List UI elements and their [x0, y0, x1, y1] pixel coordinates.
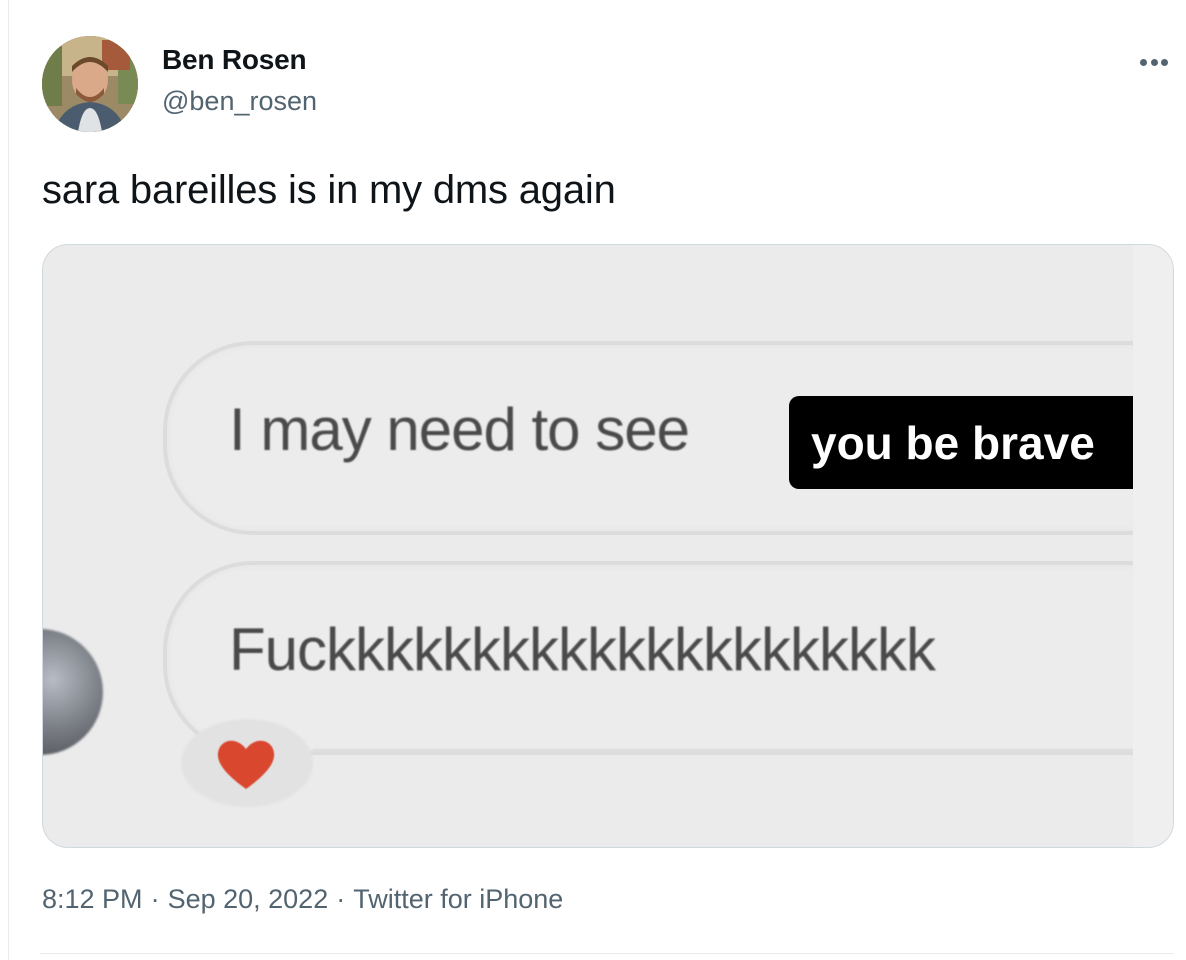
avatar-photo [42, 36, 138, 132]
meta-separator: · [336, 884, 346, 914]
divider [313, 749, 1173, 752]
tweet-media-image[interactable]: I may need to see Fuckkkkkkkkkkkkkkkkkkk… [42, 244, 1174, 848]
tweet-meta: 8:12 PM · Sep 20, 2022 · Twitter for iPhone [42, 884, 563, 915]
caption-overlay: you be brave [789, 396, 1173, 489]
sender-avatar [43, 629, 103, 755]
dm-screenshot: I may need to see Fuckkkkkkkkkkkkkkkkkkk… [43, 245, 1173, 847]
author-handle[interactable]: @ben_rosen [162, 86, 317, 117]
more-options-button[interactable] [1134, 52, 1174, 72]
message-text: I may need to see [229, 396, 690, 463]
image-edge [1133, 245, 1173, 847]
tweet-source-link[interactable]: Twitter for iPhone [353, 884, 563, 914]
message-text: Fuckkkkkkkkkkkkkkkkkkkkk [229, 616, 936, 683]
divider [40, 953, 1174, 954]
more-options-icon [1140, 58, 1147, 66]
more-options-icon-dot [1161, 58, 1168, 66]
author-name[interactable]: Ben Rosen [162, 44, 307, 76]
meta-separator: · [150, 884, 160, 914]
tweet-time-link[interactable]: 8:12 PM [42, 884, 143, 914]
heart-icon [217, 740, 275, 789]
tweet-text: sara bareilles is in my dms again [42, 168, 616, 212]
author-avatar[interactable] [42, 36, 138, 132]
timeline-border [8, 0, 9, 960]
more-options-icon-dot [1150, 58, 1158, 66]
tweet-date-link[interactable]: Sep 20, 2022 [168, 884, 329, 914]
